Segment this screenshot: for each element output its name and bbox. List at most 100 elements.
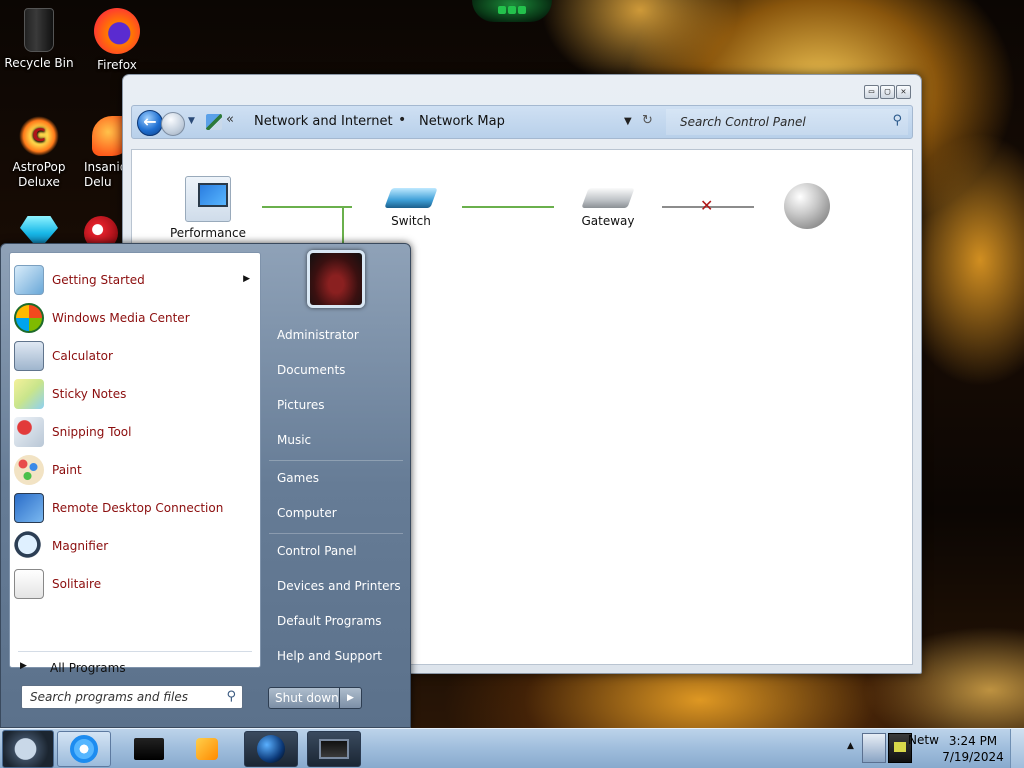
start-link-control-panel[interactable]: Control Panel — [277, 544, 357, 558]
program-label: Sticky Notes — [52, 387, 127, 401]
shutdown-label: Shut down — [275, 691, 339, 705]
program-windows-media-center[interactable]: Windows Media Center — [10, 300, 260, 336]
magnifier-icon — [14, 531, 44, 561]
tv-app-icon — [134, 738, 164, 760]
show-hidden-icons-button[interactable]: ▲ — [847, 741, 854, 751]
programs-divider — [18, 651, 252, 652]
refresh-icon[interactable]: ↻ — [642, 113, 653, 128]
back-arrow-icon: ← — [143, 112, 157, 131]
taskbar-tv-app[interactable] — [122, 731, 176, 767]
desktop-icon-recycle-bin[interactable]: Recycle Bin — [0, 8, 78, 71]
network-internet-icon — [206, 114, 222, 130]
start-link-games[interactable]: Games — [277, 471, 319, 485]
breadcrumb-network-map[interactable]: Network Map — [419, 114, 505, 129]
network-node-gateway[interactable]: Gateway — [572, 176, 644, 228]
wallpaper-accent — [472, 0, 552, 22]
start-link-administrator[interactable]: Administrator — [277, 328, 359, 342]
program-calculator[interactable]: Calculator — [10, 338, 260, 374]
program-label: Windows Media Center — [52, 311, 190, 325]
network-node-computer[interactable]: Performance — [156, 176, 260, 240]
paint-icon — [14, 455, 44, 485]
start-search-input[interactable]: Search programs and files ⚲ — [21, 685, 243, 709]
desktop-icon-label: Insaniq Delu — [84, 160, 124, 189]
windows-media-center-icon — [14, 303, 44, 333]
desktop-icon-astropop[interactable]: C AstroPop Deluxe — [0, 116, 78, 190]
close-button[interactable]: ✕ — [896, 85, 911, 99]
start-menu: Getting Started ▶ Windows Media Center C… — [0, 243, 411, 728]
search-control-panel-field[interactable]: Search Control Panel ⚲ — [666, 109, 908, 135]
program-solitaire[interactable]: Solitaire — [10, 566, 260, 602]
gateway-icon — [581, 188, 635, 208]
network-node-internet[interactable] — [784, 183, 836, 229]
all-programs-label: All Programs — [50, 661, 126, 675]
forward-button[interactable] — [161, 112, 185, 136]
program-label: Remote Desktop Connection — [52, 501, 224, 515]
network-node-switch[interactable]: Switch — [376, 176, 446, 228]
breadcrumb-separator: • — [398, 112, 407, 128]
navigation-bar: ← ▼ « Network and Internet • Network Map… — [131, 105, 913, 139]
program-magnifier[interactable]: Magnifier — [10, 528, 260, 564]
program-label: Snipping Tool — [52, 425, 132, 439]
switch-icon — [384, 188, 438, 208]
program-sticky-notes[interactable]: Sticky Notes — [10, 376, 260, 412]
shutdown-button[interactable]: Shut down ▶ — [268, 687, 362, 709]
minimize-button[interactable]: ▭ — [864, 85, 879, 99]
breadcrumb-overflow-button[interactable]: « — [226, 112, 234, 127]
back-button[interactable]: ← — [137, 110, 163, 136]
submenu-arrow-icon: ▶ — [243, 274, 250, 284]
search-icon[interactable]: ⚲ — [892, 113, 902, 128]
media-player-icon — [196, 738, 218, 760]
start-menu-separator — [269, 460, 403, 461]
network-node-label: Switch — [391, 214, 431, 228]
start-link-default-programs[interactable]: Default Programs — [277, 614, 382, 628]
firefox-icon — [94, 8, 140, 54]
taskbar-globe-app[interactable] — [244, 731, 298, 767]
start-link-documents[interactable]: Documents — [277, 363, 345, 377]
taskbar: ▲ Netw 3:24 PM 7/19/2024 — [0, 728, 1024, 768]
program-label: Paint — [52, 463, 82, 477]
start-search-placeholder: Search programs and files — [30, 690, 188, 704]
start-link-pictures[interactable]: Pictures — [277, 398, 325, 412]
maximize-button[interactable]: ▢ — [880, 85, 895, 99]
taskbar-media-player[interactable] — [180, 731, 234, 767]
astropop-icon: C — [19, 116, 59, 156]
program-snipping-tool[interactable]: Snipping Tool — [10, 414, 260, 450]
program-remote-desktop-connection[interactable]: Remote Desktop Connection — [10, 490, 260, 526]
start-link-computer[interactable]: Computer — [277, 506, 337, 520]
program-label: Getting Started — [52, 273, 145, 287]
computer-icon — [185, 176, 231, 222]
desktop-icon-firefox[interactable]: Firefox — [78, 8, 156, 73]
broken-connection-icon[interactable]: ✕ — [700, 196, 713, 215]
start-link-help-and-support[interactable]: Help and Support — [277, 649, 382, 663]
network-link-line — [462, 206, 554, 208]
user-avatar[interactable] — [307, 250, 365, 308]
shutdown-options-arrow-icon[interactable]: ▶ — [339, 688, 361, 708]
window-controls: ▭ ▢ ✕ — [864, 85, 911, 99]
taskbar-internet-explorer[interactable] — [57, 731, 111, 767]
insaniquarium-icon — [92, 116, 124, 156]
taskbar-monitor-app[interactable] — [307, 731, 361, 767]
show-desktop-button[interactable] — [1010, 729, 1024, 768]
breadcrumb-network-and-internet[interactable]: Network and Internet — [254, 114, 393, 129]
monitor-app-icon — [319, 739, 349, 759]
network-tray-icon[interactable] — [862, 733, 886, 763]
start-link-music[interactable]: Music — [277, 433, 311, 447]
search-placeholder: Search Control Panel — [680, 115, 806, 129]
snipping-tool-icon — [14, 417, 44, 447]
desktop-icon-insaniquarium[interactable]: Insaniq Delu — [78, 116, 124, 190]
system-clock[interactable]: 3:24 PM 7/19/2024 — [942, 733, 1004, 765]
internet-explorer-icon — [70, 735, 98, 763]
start-button[interactable] — [2, 730, 54, 768]
program-label: Magnifier — [52, 539, 109, 553]
calculator-icon — [14, 341, 44, 371]
program-getting-started[interactable]: Getting Started ▶ — [10, 262, 260, 298]
recent-pages-dropdown[interactable]: ▼ — [188, 116, 195, 126]
search-icon: ⚲ — [226, 689, 236, 704]
program-paint[interactable]: Paint — [10, 452, 260, 488]
network-link-line — [342, 206, 344, 246]
start-link-devices-and-printers[interactable]: Devices and Printers — [277, 579, 401, 593]
address-dropdown-button[interactable]: ▼ — [624, 116, 632, 127]
getting-started-icon — [14, 265, 44, 295]
program-label: Calculator — [52, 349, 113, 363]
all-programs-button[interactable]: ▶ All Programs — [10, 657, 260, 679]
